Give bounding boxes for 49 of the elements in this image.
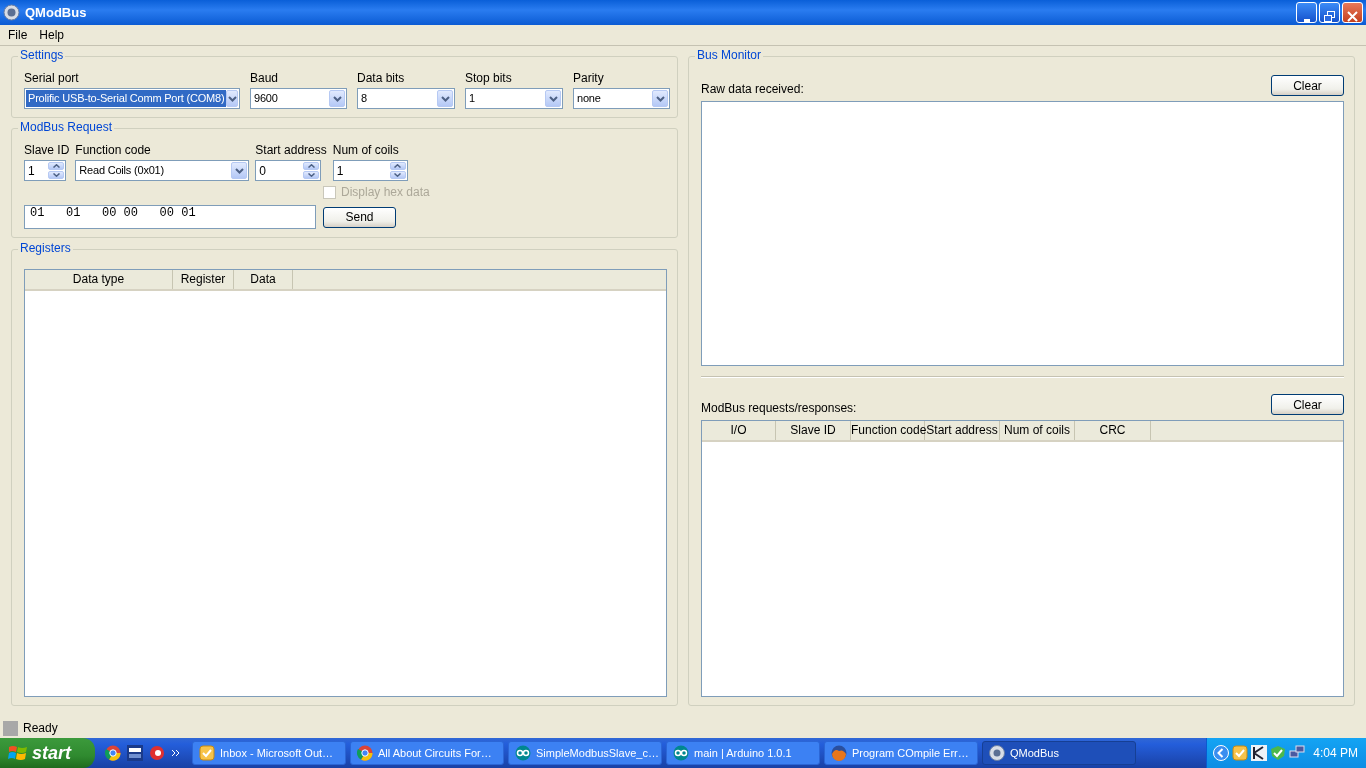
dropdown[interactable]: Read Coils (0x01) [75,160,250,181]
field-label: Function code [75,143,152,157]
spin-box[interactable]: 1 [24,160,66,181]
group-title: Registers [18,241,73,255]
field-label: Baud [250,71,280,85]
status-text: Ready [23,721,58,735]
column-header[interactable]: Start address [925,421,1000,440]
field-label: Stop bits [465,71,513,85]
send-button[interactable]: Send [323,206,396,228]
column-header[interactable]: Num of coils [1000,421,1075,440]
field-label: Data bits [357,71,406,85]
group-title: ModBus Request [18,120,115,134]
column-header[interactable]: Slave ID [776,421,851,440]
field-label: Parity [573,71,605,85]
taskbar-button[interactable]: QModBus [982,741,1136,765]
taskbar-button[interactable]: All About Circuits For… [350,741,504,765]
start-button[interactable]: start [0,738,95,768]
column-header[interactable]: Register [173,270,234,289]
taskbar-button[interactable]: SimpleModbusSlave_c… [508,741,662,765]
menu-item[interactable]: Help [33,28,71,42]
column-header[interactable]: Function code [851,421,925,440]
spin-box[interactable]: 0 [255,160,322,181]
clear-button[interactable]: Clear [1271,75,1344,96]
dropdown[interactable]: none [573,88,670,109]
clock: 4:04 PM [1313,746,1358,760]
column-header[interactable]: Data type [25,270,173,289]
group-title: Settings [18,48,66,62]
field-label: Start address [255,143,327,157]
field-label: Slave ID [24,143,70,157]
clear-button[interactable]: Clear [1271,394,1344,415]
section-label: ModBus requests/responses: [701,401,857,415]
column-header[interactable]: Data [234,270,293,289]
menu-item[interactable]: File [2,28,34,42]
request-field[interactable]: 01 01 00 00 00 01 [24,205,316,229]
field-label: Num of coils [332,143,400,157]
section-label: Raw data received: [701,82,804,96]
spin-box[interactable]: 1 [332,160,408,181]
dropdown[interactable]: 8 [357,88,455,109]
taskbar-button[interactable]: Program COmpile Err… [824,741,978,765]
taskbar-button[interactable]: Inbox - Microsoft Out… [192,741,346,765]
column-header[interactable]: I/O [702,421,776,440]
dropdown[interactable]: 9600 [250,88,347,109]
group-title: Bus Monitor [695,48,764,62]
field-label: Serial port [24,71,80,85]
dropdown[interactable]: Prolific USB-to-Serial Comm Port (COM8) [24,88,240,109]
dropdown[interactable]: 1 [465,88,563,109]
window-title: QModBus [25,5,88,20]
column-header[interactable]: CRC [1075,421,1151,440]
taskbar-button[interactable]: main | Arduino 1.0.1 [666,741,820,765]
